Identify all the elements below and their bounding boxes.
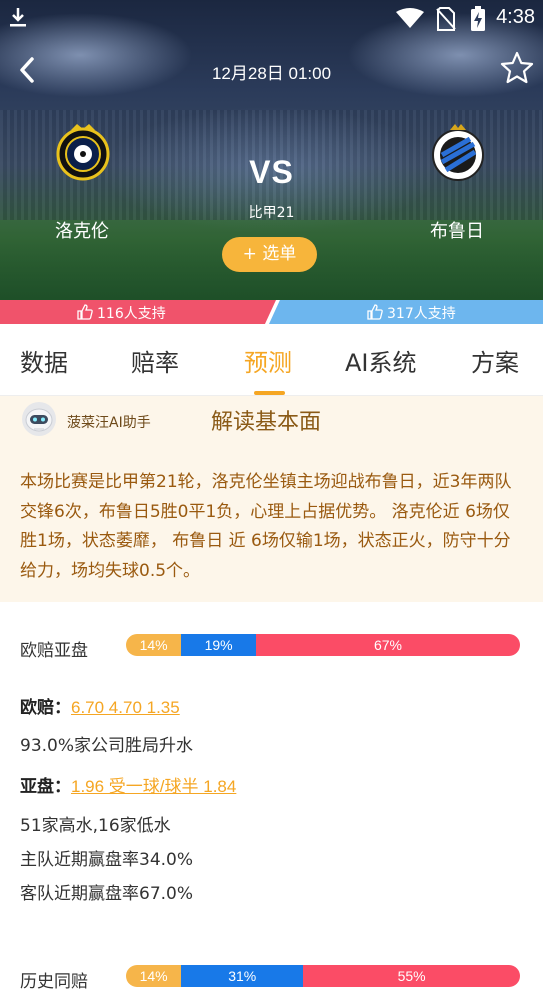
ai-robot-avatar (22, 402, 56, 436)
top-nav: 12月28日 01:00 (0, 48, 543, 92)
battery-icon (471, 6, 485, 31)
tab-odds[interactable]: 赔率 (131, 343, 179, 378)
asian-odds-label: 亚盘： (20, 777, 71, 797)
ai-analysis-text: 本场比赛是比甲第21轮，洛克伦坐镇主场迎战布鲁日，近3年两队交锋6次，布鲁日5胜… (20, 472, 512, 581)
clock: 4:38 (496, 6, 535, 28)
home-support-count: 116人支持 (97, 306, 166, 322)
add-to-slip-button[interactable]: + 选单 (222, 237, 317, 272)
vs-label: VS (249, 154, 294, 190)
tab-ai-system[interactable]: AI系统 (345, 343, 417, 378)
thumbs-up-icon (367, 304, 383, 320)
lose-segment: 55% (303, 965, 520, 987)
asian-odds-line: 亚盘：1.96 受一球/球半 1.84 (20, 772, 236, 797)
tab-prediction[interactable]: 预测 (244, 343, 292, 378)
match-datetime: 12月28日 01:00 (211, 64, 332, 83)
wifi-icon (396, 8, 424, 28)
away-cover-rate: 客队近期赢盘率67.0% (20, 884, 194, 904)
asian-odds-link[interactable]: 1.96 受一球/球半 1.84 (71, 777, 236, 796)
history-odds-bar: 14% 31% 55% (126, 965, 520, 987)
win-segment: 14% (126, 965, 182, 987)
euro-odds-note: 93.0%家公司胜局升水 (20, 736, 194, 756)
win-segment: 14% (126, 634, 182, 656)
euro-odds-label: 欧赔： (20, 698, 71, 718)
favorite-star-icon[interactable] (499, 50, 535, 86)
tab-bar: 数据 赔率 预测 AI系统 方案 (0, 325, 543, 396)
thumbs-up-icon (77, 304, 93, 320)
euro-odds-link[interactable]: 6.70 4.70 1.35 (71, 698, 180, 717)
support-bar: 116人支持 317人支持 (0, 300, 543, 324)
tab-data[interactable]: 数据 (20, 343, 68, 378)
euro-asian-label: 欧赔亚盘 (20, 641, 88, 661)
match-detail-page: 4:38 12月28日 01:00 洛克伦 布鲁日 VS 比甲21 + 选单 1… (0, 0, 543, 993)
tab-plans[interactable]: 方案 (471, 343, 519, 378)
home-support-button[interactable]: 116人支持 (0, 300, 276, 324)
draw-segment: 19% (181, 634, 257, 656)
draw-segment: 31% (181, 965, 304, 987)
euro-odds-line: 欧赔：6.70 4.70 1.35 (20, 693, 180, 718)
away-support-button[interactable]: 317人支持 (269, 300, 543, 324)
no-sim-icon (436, 7, 456, 31)
asian-note-water: 51家高水,16家低水 (20, 816, 171, 836)
active-tab-indicator (254, 391, 285, 395)
stadium-header: 4:38 12月28日 01:00 洛克伦 布鲁日 VS 比甲21 + 选单 (0, 0, 543, 300)
ai-analysis-section: 菠菜汪AI助手 解读基本面 本场比赛是比甲第21轮，洛克伦坐镇主场迎战布鲁日，近… (0, 396, 543, 602)
ai-assistant-name: 菠菜汪AI助手 (67, 415, 151, 431)
league-round: 比甲21 (248, 205, 295, 221)
away-support-count: 317人支持 (387, 306, 456, 322)
download-icon (10, 8, 26, 27)
history-odds-label: 历史同赔 (20, 972, 88, 992)
status-bar: 4:38 (0, 0, 543, 36)
euro-asian-bar: 14% 19% 67% (126, 634, 520, 656)
ai-section-heading: 解读基本面 (211, 410, 322, 435)
lose-segment: 67% (256, 634, 520, 656)
home-cover-rate: 主队近期赢盘率34.0% (20, 850, 194, 870)
